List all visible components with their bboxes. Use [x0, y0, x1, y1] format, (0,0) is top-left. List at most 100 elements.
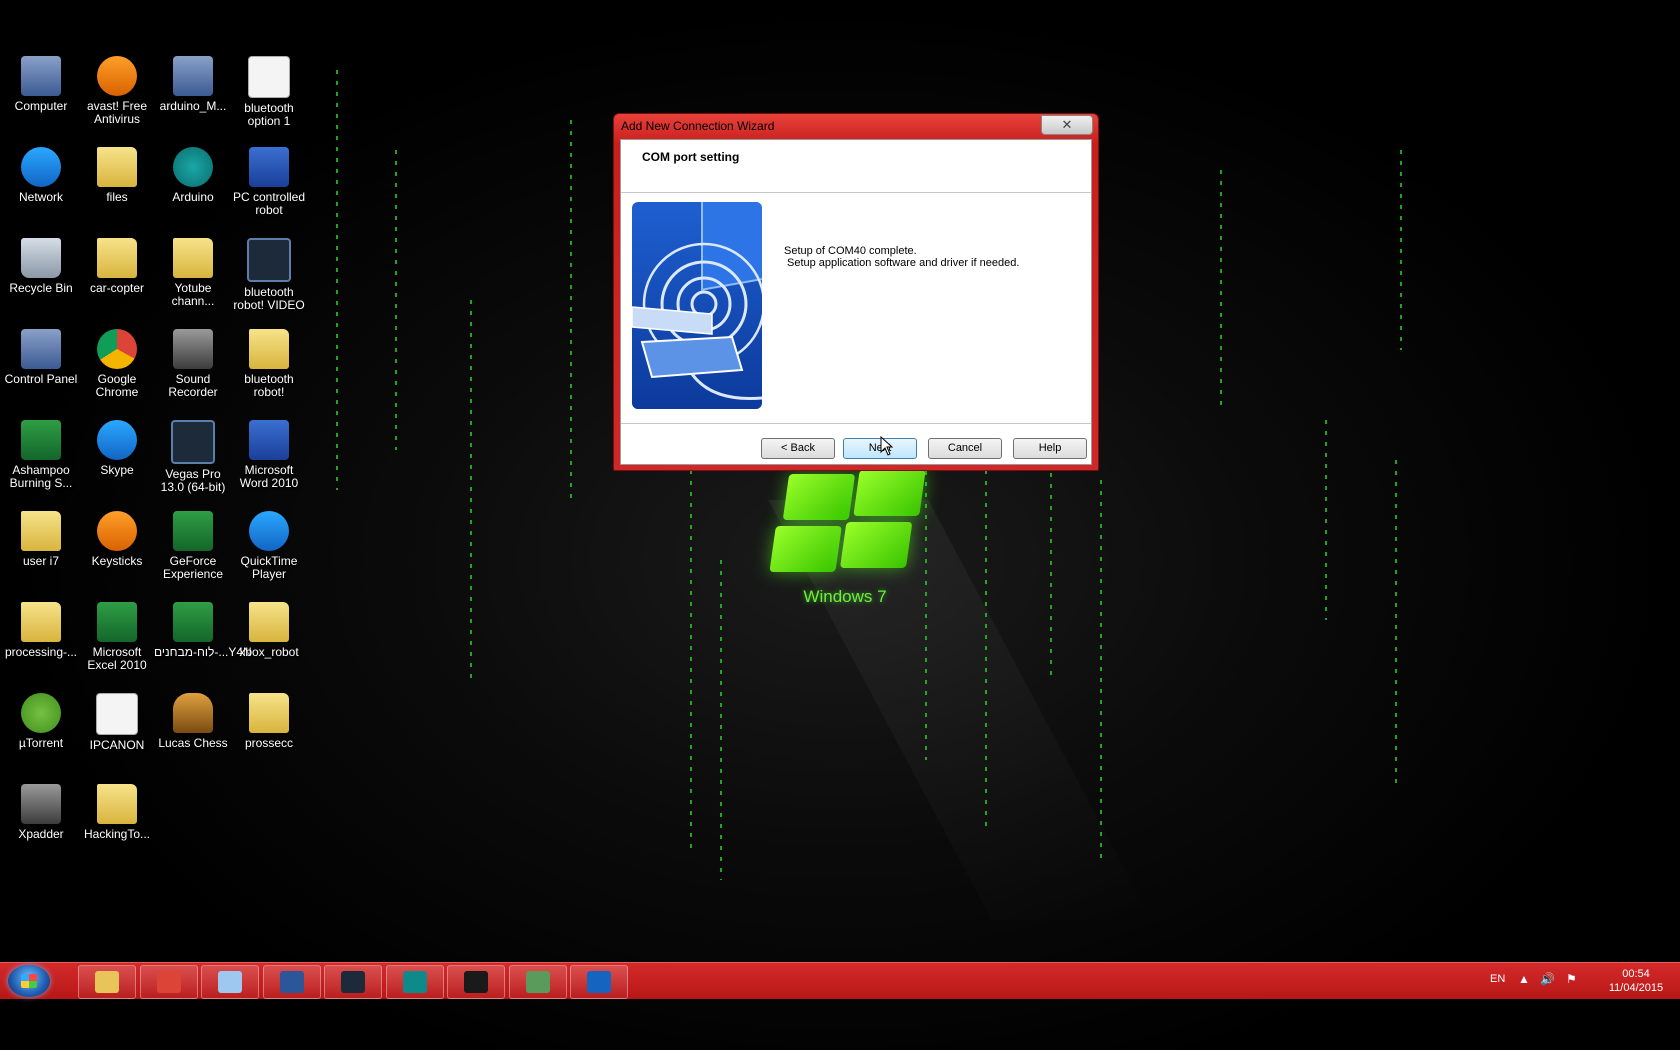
desktop-icon[interactable]: Sound Recorder: [154, 329, 232, 415]
taskbar-button[interactable]: [262, 965, 321, 999]
action-center-flag-icon[interactable]: ⚑: [1566, 972, 1577, 986]
taskbar-button[interactable]: [139, 965, 198, 999]
taskbar-button[interactable]: [201, 965, 259, 999]
folder-icon: [21, 602, 61, 642]
desktop-icon[interactable]: Control Panel: [2, 329, 80, 415]
matrix-rain-column: [690, 470, 692, 850]
taskbar-button[interactable]: [324, 965, 382, 999]
desktop-icon[interactable]: Ashampoo Burning S...: [2, 420, 80, 506]
desktop-icon[interactable]: PC controlled robot: [230, 147, 308, 233]
close-button[interactable]: ✕: [1041, 115, 1093, 135]
desktop-icon-label: Vegas Pro 13.0 (64-bit): [160, 467, 226, 494]
computer-icon: [21, 56, 61, 96]
taskbar-button[interactable]: [385, 965, 444, 999]
chrome-icon: [156, 971, 181, 993]
desktop-icon[interactable]: xbox_robot: [230, 602, 308, 688]
volume-icon[interactable]: 🔊: [1540, 972, 1555, 986]
desktop-icon[interactable]: QuickTime Player: [230, 511, 308, 597]
desktop-icon-label: car-copter: [89, 281, 145, 295]
clock-date[interactable]: 11/04/2015: [1596, 982, 1676, 994]
chrome-icon: [97, 329, 137, 369]
desktop-icon[interactable]: Keysticks: [78, 511, 156, 597]
folder-icon: [249, 693, 289, 733]
folder-icon: [97, 147, 137, 187]
desktop-icon[interactable]: Network: [2, 147, 80, 233]
desktop-icon-label: Ashampoo Burning S...: [9, 463, 73, 490]
desktop-icon-label: PC controlled robot: [232, 190, 306, 217]
taskbar-button[interactable]: [508, 965, 567, 999]
desktop-icon[interactable]: car-copter: [78, 238, 156, 324]
taskbar-button[interactable]: [447, 965, 505, 999]
desktop-icon[interactable]: avast! Free Antivirus: [78, 56, 156, 142]
desktop-icon-label: HackingTo...: [83, 827, 151, 841]
desktop-icon[interactable]: bluetooth robot!: [230, 329, 308, 415]
desktop-icon[interactable]: processing-...: [2, 602, 80, 688]
desktop-icon[interactable]: bluetooth robot! VIDEO: [230, 238, 308, 324]
ashampoo-icon: [21, 420, 61, 460]
language-indicator[interactable]: EN: [1490, 973, 1505, 985]
desktop-icon-label: Microsoft Excel 2010: [87, 645, 147, 672]
folder-icon: [97, 238, 137, 278]
desktop-icon[interactable]: לוח-מבחנים-...Y4N: [154, 602, 252, 688]
desktop-icon[interactable]: Skype: [78, 420, 156, 506]
desktop-icon[interactable]: Xpadder: [2, 784, 80, 870]
cancel-button[interactable]: Cancel: [928, 438, 1002, 459]
dialog-heading: COM port setting: [642, 150, 740, 164]
matrix-rain-column: [1400, 150, 1402, 350]
desktop-icon[interactable]: Microsoft Excel 2010: [78, 602, 156, 688]
desktop-icon[interactable]: prossecc: [230, 693, 308, 779]
user-folder-icon: [21, 511, 61, 551]
desktop-icon-label: Control Panel: [4, 372, 78, 386]
desktop-icon[interactable]: user i7: [2, 511, 80, 597]
desktop-icon-label: Sound Recorder: [168, 372, 218, 399]
desktop-icon[interactable]: Vegas Pro 13.0 (64-bit): [154, 420, 232, 506]
matrix-rain-column: [720, 560, 722, 880]
desktop-icon[interactable]: Recycle Bin: [2, 238, 80, 324]
windows-start-icon[interactable]: [8, 965, 50, 997]
matrix-rain-column: [1050, 440, 1052, 680]
desktop-icon-label: Microsoft Word 2010: [239, 463, 299, 490]
desktop-icon[interactable]: Arduino: [154, 147, 232, 233]
taskbar-button[interactable]: [570, 965, 628, 999]
back-button[interactable]: < Back: [761, 438, 835, 459]
taskbar-button[interactable]: [78, 965, 136, 999]
clock-time[interactable]: 00:54: [1612, 968, 1660, 980]
folder-icon: [249, 329, 289, 369]
desktop-icon-label: Lucas Chess: [158, 736, 228, 750]
windows-logo-icon: [762, 470, 927, 580]
show-hidden-icons-icon[interactable]: ▲: [1518, 972, 1530, 986]
word-document-icon: [249, 147, 289, 187]
desktop-icon[interactable]: Computer: [2, 56, 80, 142]
control-panel-icon: [21, 329, 61, 369]
arduino-icon: [173, 147, 213, 187]
keysticks-icon: [97, 511, 137, 551]
taskbar: EN ▲ 🔊 ⚑ 00:54 11/04/2015: [0, 962, 1680, 999]
desktop-icon[interactable]: arduino_M...: [154, 56, 232, 142]
desktop-icon[interactable]: Microsoft Word 2010: [230, 420, 308, 506]
desktop-icon[interactable]: files: [78, 147, 156, 233]
desktop-icon[interactable]: HackingTo...: [78, 784, 156, 870]
desktop-icon[interactable]: Google Chrome: [78, 329, 156, 415]
dialog-title: Add New Connection Wizard: [621, 119, 775, 133]
geforce-icon: [173, 511, 213, 551]
desktop-icon[interactable]: Yotube chann...: [154, 238, 232, 324]
desktop-icon-label: Google Chrome: [95, 372, 139, 399]
desktop: Windows 7 Computer avast! Free Antivirus a…: [0, 0, 1680, 1050]
desktop-icon-label: avast! Free Antivirus: [86, 99, 148, 126]
processing-icon: [464, 971, 488, 993]
help-button[interactable]: Help: [1013, 438, 1087, 459]
document-icon: [248, 56, 290, 98]
gamepad-icon: [21, 784, 61, 824]
matrix-rain-column: [985, 470, 987, 830]
desktop-icon[interactable]: IPCANON: [78, 693, 156, 779]
desktop-icon[interactable]: µTorrent: [2, 693, 80, 779]
desktop-icon-label: Skype: [100, 463, 134, 477]
desktop-icon[interactable]: bluetooth option 1: [230, 56, 308, 142]
desktop-icon-label: prossecc: [244, 736, 294, 750]
recycle-bin-icon: [21, 238, 61, 278]
desktop-icon[interactable]: Lucas Chess: [154, 693, 232, 779]
desktop-icon-label: Computer: [14, 99, 68, 113]
close-icon: ✕: [1061, 117, 1073, 132]
desktop-icon[interactable]: GeForce Experience: [154, 511, 232, 597]
chess-pawn-icon: [173, 693, 213, 733]
